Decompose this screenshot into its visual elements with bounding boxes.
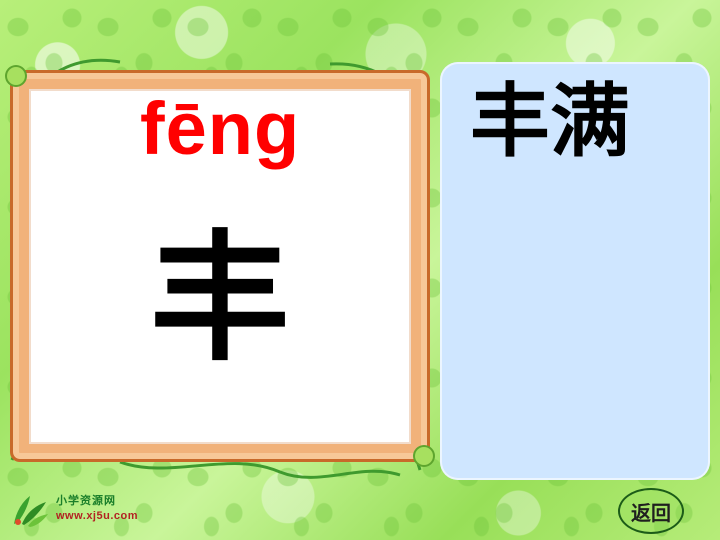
character-glyph: 丰 xyxy=(150,218,291,381)
site-logo[interactable]: 小学资源网 www.xj5u.com xyxy=(8,488,168,534)
back-button-label: 返回 xyxy=(631,500,671,525)
pinyin-label: fēng xyxy=(140,87,301,170)
word-panel: 丰满 xyxy=(440,62,710,480)
leaf-logo-icon xyxy=(14,496,48,527)
back-button[interactable]: 返回 xyxy=(618,488,684,534)
logo-url-text: www.xj5u.com xyxy=(56,510,139,522)
logo-name-text: 小学资源网 xyxy=(56,494,116,507)
example-word: 丰满 xyxy=(470,75,630,168)
